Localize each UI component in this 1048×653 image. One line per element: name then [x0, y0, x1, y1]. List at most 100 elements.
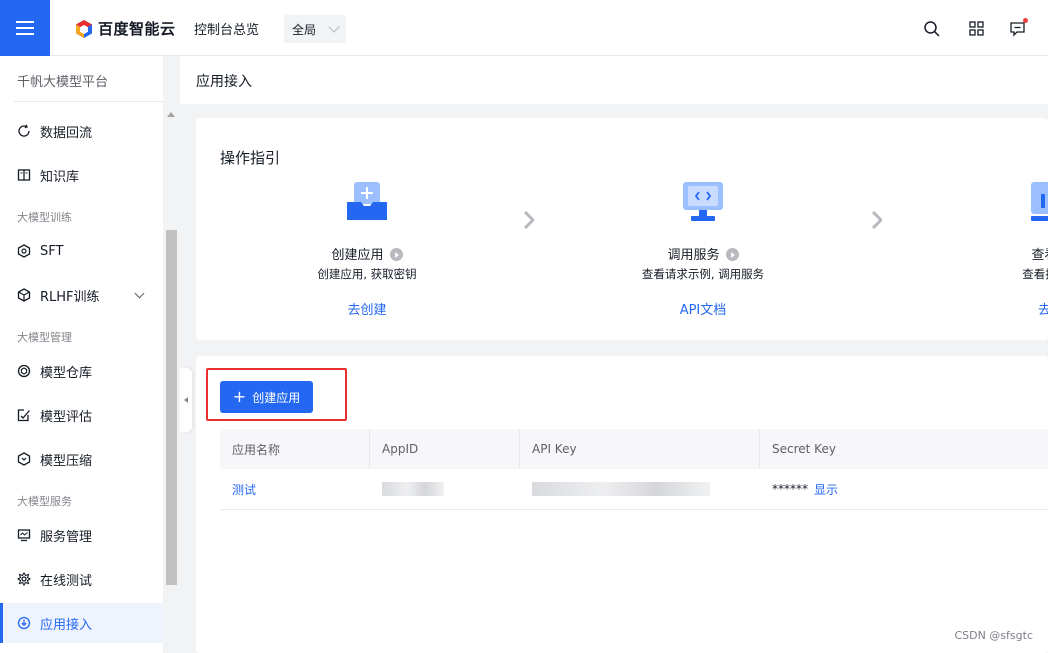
step-name: 调用服务: [583, 244, 823, 263]
go-view-link[interactable]: 去查: [931, 299, 1048, 318]
redacted-api-key: [532, 482, 710, 496]
sidebar-item-model-repository[interactable]: 模型仓库: [0, 351, 163, 391]
column-header-app-name: 应用名称: [220, 429, 370, 469]
sidebar-item-service-management[interactable]: 服务管理: [0, 515, 163, 555]
message-icon[interactable]: [1009, 18, 1028, 38]
redacted-appid: [382, 482, 444, 496]
refresh-icon: [17, 124, 31, 138]
sidebar-item-label: RLHF训练: [40, 289, 100, 305]
app-list-card: + 创建应用 应用名称 AppID API Key Secret Key 测试 …: [196, 356, 1048, 653]
sidebar-item-label: 在线测试: [40, 573, 93, 589]
cell-appid: [370, 469, 520, 509]
sidebar-item-label: 数据回流: [40, 125, 93, 141]
sidebar-item-online-test[interactable]: 在线测试: [0, 559, 163, 599]
evaluate-icon: [17, 408, 31, 422]
sidebar-item-label: 服务管理: [40, 529, 93, 545]
sidebar-item-sft[interactable]: SFT: [0, 231, 163, 271]
sidebar: 千帆大模型平台 数据回流 知识库 大模型训练 SFT RLHF训练 大模型管理 …: [0, 56, 180, 653]
step-description: 创建应用, 获取密钥: [317, 267, 417, 281]
compress-icon: [17, 452, 31, 466]
sidebar-item-knowledge-base[interactable]: 知识库: [0, 155, 163, 195]
sidebar-item-label: 应用接入: [40, 617, 93, 633]
box-icon: [17, 288, 31, 302]
scroll-up-arrow-icon[interactable]: [167, 112, 175, 117]
sidebar-item-app-access[interactable]: 应用接入: [0, 603, 163, 643]
sidebar-item-label: 知识库: [40, 169, 80, 185]
cell-secret-key: ****** 显示: [760, 469, 1048, 509]
step-description: 查看请求示例, 调用服务: [641, 267, 765, 281]
step-name-text: 查看用: [1031, 248, 1048, 263]
step-name: 查看用: [931, 244, 1048, 263]
console-overview-link[interactable]: 控制台总览: [194, 19, 259, 38]
sidebar-item-model-evaluation[interactable]: 模型评估: [0, 395, 163, 435]
sidebar-item-model-compression[interactable]: 模型压缩: [0, 439, 163, 479]
guide-step-call-service: 调用服务 查看请求示例, 调用服务 API文档: [583, 178, 823, 328]
watermark: CSDN @sfsgtc: [954, 629, 1033, 642]
page-title: 应用接入: [196, 74, 252, 90]
page-header: 应用接入: [180, 56, 1048, 104]
table-row: 测试 ****** 显示: [220, 469, 1048, 510]
secret-key-mask: ******: [772, 482, 808, 496]
chevron-left-icon: [184, 397, 188, 403]
sidebar-scroll-thumb[interactable]: [166, 230, 177, 585]
guide-title: 操作指引: [220, 149, 281, 167]
sidebar-group-management: 大模型管理: [17, 331, 72, 344]
step-arrow-icon: [872, 211, 882, 229]
top-navigation-bar: 百度智能云 控制台总览 全局: [0, 0, 1048, 56]
cell-app-name: 测试: [220, 469, 370, 509]
cell-api-key: [520, 469, 760, 509]
play-icon[interactable]: [725, 248, 739, 261]
play-icon[interactable]: [389, 248, 403, 261]
download-icon: [17, 616, 31, 630]
create-app-illustration-icon: [344, 180, 390, 224]
search-icon[interactable]: [923, 20, 941, 38]
platform-title: 千帆大模型平台: [17, 75, 109, 90]
view-report-illustration-icon: [1028, 180, 1048, 224]
show-secret-link[interactable]: 显示: [814, 481, 838, 498]
table-header: 应用名称 AppID API Key Secret Key: [220, 429, 1048, 469]
sidebar-group-training: 大模型训练: [17, 211, 72, 224]
column-header-secret-key: Secret Key: [772, 442, 836, 456]
guide-step-create-app: 创建应用 创建应用, 获取密钥 去创建: [247, 178, 487, 328]
go-create-link[interactable]: 去创建: [247, 299, 487, 318]
app-root: 百度智能云 控制台总览 全局 千帆大模型平台 数据回流 知识库 大模型训练 SF…: [0, 0, 1048, 653]
region-select[interactable]: 全局: [284, 15, 346, 43]
divider: [14, 101, 164, 102]
book-icon: [17, 168, 31, 182]
plus-icon: +: [232, 387, 247, 406]
step-arrow-icon: [524, 211, 534, 229]
operation-guide-card: 操作指引 创建应用 创建应用, 获取密钥 去创建 调用服务 查看请求示例, 调用…: [196, 118, 1048, 340]
sidebar-item-label: 模型仓库: [40, 365, 93, 381]
guide-step-view-usage: 查看用 查看报表了 去查: [931, 178, 1048, 328]
sidebar-item-data-reflow[interactable]: 数据回流: [0, 111, 163, 151]
warehouse-icon: [17, 364, 31, 378]
api-docs-link[interactable]: API文档: [583, 299, 823, 318]
menu-button[interactable]: [0, 0, 50, 56]
step-name-text: 创建应用: [331, 248, 384, 263]
brand-logo[interactable]: 百度智能云: [74, 18, 176, 39]
column-header-api-key: API Key: [520, 429, 760, 469]
hamburger-icon: [16, 21, 34, 35]
column-header-appid: AppID: [370, 429, 520, 469]
create-app-button-label: 创建应用: [252, 390, 301, 405]
step-name-text: 调用服务: [667, 248, 720, 263]
call-service-illustration-icon: [680, 180, 726, 224]
brand-name: 百度智能云: [98, 20, 176, 38]
chevron-down-icon[interactable]: [134, 288, 145, 299]
monitor-icon: [17, 528, 31, 542]
sidebar-collapse-toggle[interactable]: [180, 368, 192, 432]
step-name: 创建应用: [247, 244, 487, 263]
test-icon: [17, 572, 31, 586]
chevron-down-icon: [328, 21, 340, 33]
apps-grid-icon[interactable]: [968, 20, 986, 38]
sidebar-item-rlhf[interactable]: RLHF训练: [0, 275, 163, 315]
sidebar-item-label: SFT: [40, 243, 64, 259]
create-app-button[interactable]: + 创建应用: [220, 381, 313, 413]
step-description: 查看报表了: [1022, 267, 1048, 281]
app-name-link[interactable]: 测试: [232, 481, 256, 498]
sidebar-item-label: 模型评估: [40, 409, 93, 425]
sidebar-item-label: 模型压缩: [40, 453, 93, 469]
sidebar-group-service: 大模型服务: [17, 495, 72, 508]
cube-icon: [17, 244, 31, 258]
notification-dot: [1023, 18, 1028, 23]
